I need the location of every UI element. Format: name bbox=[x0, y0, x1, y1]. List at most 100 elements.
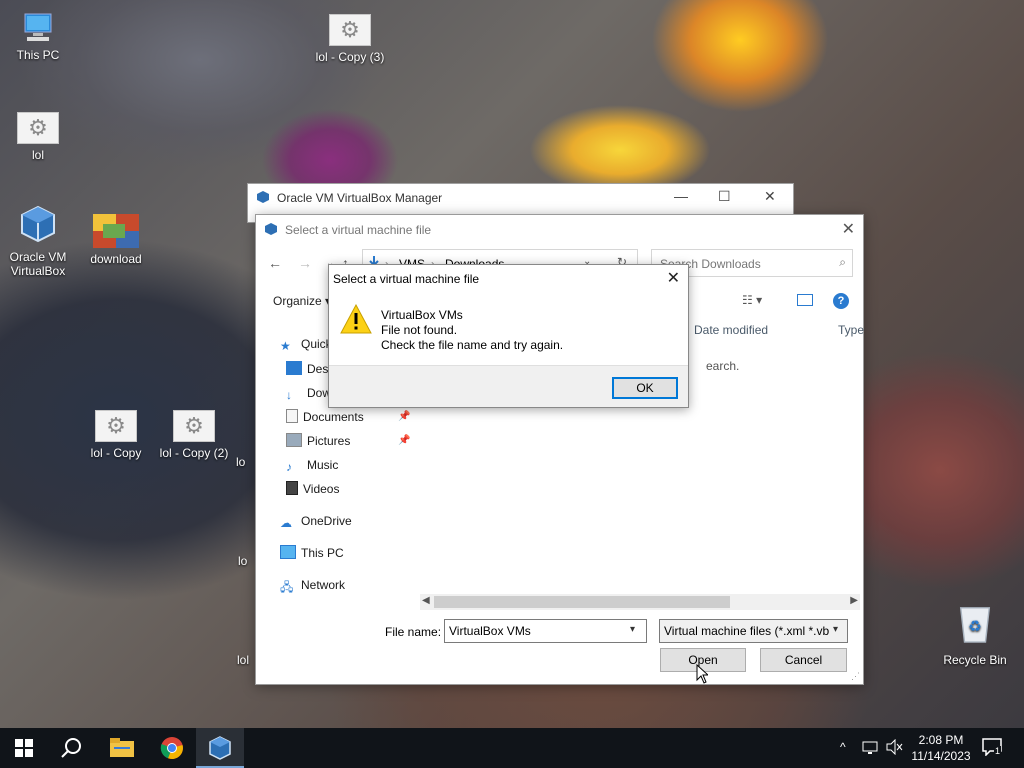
show-hidden-icons-chevron-icon[interactable]: ^ bbox=[840, 740, 846, 768]
close-button[interactable]: ✕ bbox=[764, 188, 776, 205]
config-file-icon bbox=[173, 410, 215, 442]
documents-icon bbox=[286, 409, 298, 423]
desktop-icon-label: This PC bbox=[16, 48, 60, 62]
music-icon: ♪ bbox=[286, 460, 292, 474]
dialog-title: Select a virtual machine file bbox=[285, 223, 432, 237]
back-arrow-icon[interactable]: ← bbox=[268, 255, 282, 271]
recycle-bin-icon: ♻ bbox=[959, 607, 991, 643]
mouse-cursor-icon bbox=[696, 664, 708, 684]
organize-button[interactable]: Organize ▾ bbox=[273, 294, 331, 308]
window-title: Oracle VM VirtualBox Manager bbox=[277, 191, 443, 205]
nav-item-music[interactable]: ♪ Music bbox=[286, 456, 338, 474]
view-options-icon[interactable]: ☷ ▾ bbox=[742, 293, 762, 307]
pin-icon[interactable]: 📌 bbox=[398, 411, 410, 422]
desktop-icon-lol[interactable]: lol bbox=[0, 112, 76, 162]
nav-item-videos[interactable]: Videos bbox=[286, 480, 339, 498]
column-header-date-modified[interactable]: Date modified bbox=[694, 323, 768, 337]
minimize-button[interactable]: — bbox=[674, 188, 688, 204]
network-status-icon[interactable] bbox=[862, 739, 878, 768]
nav-item-pictures[interactable]: Pictures bbox=[286, 432, 350, 450]
image-file-icon bbox=[93, 214, 139, 248]
desktop-icon-download[interactable]: download bbox=[78, 214, 154, 266]
search-button[interactable] bbox=[48, 728, 96, 768]
error-message-box[interactable]: Select a virtual machine file ✕ VirtualB… bbox=[328, 264, 689, 408]
desktop-icon-lol-copy-2[interactable]: lol - Copy (2) bbox=[156, 410, 232, 460]
network-icon: 🖧 bbox=[280, 580, 294, 594]
preview-pane-icon[interactable] bbox=[797, 294, 813, 306]
message-box-body: VirtualBox VMs File not found. Check the… bbox=[329, 294, 688, 365]
desktop-icon-oracle-vm-virtualbox[interactable]: Oracle VM VirtualBox bbox=[0, 204, 76, 278]
notification-count: 1 bbox=[994, 746, 1002, 756]
desktop-icon-label: lol - Copy bbox=[90, 446, 142, 460]
computer-icon bbox=[280, 545, 296, 559]
desktop-icon-this-pc[interactable]: This PC bbox=[0, 12, 76, 62]
message-line: VirtualBox VMs bbox=[381, 308, 463, 322]
nav-item-documents[interactable]: Documents bbox=[286, 408, 364, 426]
message-line: Check the file name and try again. bbox=[381, 338, 564, 352]
notification-center-button[interactable]: 1 bbox=[982, 738, 1002, 768]
scroll-right-icon[interactable]: ▶ bbox=[850, 595, 858, 606]
taskbar-clock[interactable]: 2:08 PM 11/14/2023 bbox=[906, 732, 976, 764]
desktop-icon-label: download bbox=[90, 252, 142, 266]
resize-grip-icon[interactable]: ⋰ bbox=[851, 671, 860, 682]
cancel-button[interactable]: Cancel bbox=[760, 648, 847, 672]
config-file-icon bbox=[17, 112, 59, 144]
config-file-icon bbox=[329, 14, 371, 46]
pin-icon[interactable]: 📌 bbox=[398, 435, 410, 446]
chrome-icon bbox=[160, 737, 183, 760]
desktop-icon-lol-copy-3[interactable]: lol - Copy (3) bbox=[312, 14, 388, 64]
desktop-icon-lol-copy[interactable]: lol - Copy bbox=[78, 410, 154, 460]
column-header-type[interactable]: Type bbox=[838, 323, 864, 337]
file-name-input[interactable]: VirtualBox VMs bbox=[444, 619, 647, 643]
desktop-icon-recycle-bin[interactable]: ♻ Recycle Bin bbox=[937, 603, 1013, 667]
volume-muted-icon[interactable] bbox=[886, 738, 904, 768]
ok-button[interactable]: OK bbox=[612, 377, 678, 399]
clock-date: 11/14/2023 bbox=[911, 749, 971, 763]
chevron-down-icon[interactable]: ▾ bbox=[833, 624, 838, 635]
videos-icon bbox=[286, 481, 298, 495]
chevron-down-icon[interactable]: ▾ bbox=[630, 624, 635, 635]
desktop-icon-label: lol - Copy (2) bbox=[159, 446, 229, 460]
horizontal-scrollbar[interactable]: ◀ ▶ bbox=[420, 594, 860, 610]
desktop-icon-label-partial: lo bbox=[236, 455, 246, 469]
virtualbox-taskbar-button[interactable] bbox=[196, 728, 244, 768]
computer-icon bbox=[24, 13, 52, 41]
cloud-icon: ☁ bbox=[280, 516, 292, 530]
close-button[interactable]: ✕ bbox=[842, 219, 855, 239]
forward-arrow-icon[interactable]: → bbox=[298, 255, 312, 271]
maximize-button[interactable]: ☐ bbox=[718, 188, 731, 205]
file-name-label: File name: bbox=[385, 625, 442, 639]
file-explorer-button[interactable] bbox=[98, 728, 146, 768]
nav-item-quick-access[interactable]: ★ Quick bbox=[280, 335, 332, 353]
scrollbar-thumb[interactable] bbox=[434, 596, 730, 608]
clock-time: 2:08 PM bbox=[918, 733, 964, 747]
virtualbox-icon bbox=[209, 736, 231, 760]
empty-folder-message: earch. bbox=[706, 359, 740, 373]
help-icon[interactable]: ? bbox=[833, 293, 849, 309]
nav-item-downloads[interactable]: ↓ Dow bbox=[286, 384, 331, 402]
desktop-icon bbox=[286, 361, 302, 375]
star-icon: ★ bbox=[280, 339, 291, 353]
pictures-icon bbox=[286, 433, 302, 447]
virtualbox-icon bbox=[265, 223, 277, 235]
file-type-select[interactable]: Virtual machine files (*.xml *.vb bbox=[659, 619, 848, 643]
svg-text:♻: ♻ bbox=[968, 618, 982, 636]
nav-item-network[interactable]: 🖧 Network bbox=[280, 576, 345, 594]
nav-item-onedrive[interactable]: ☁ OneDrive bbox=[280, 512, 352, 530]
download-arrow-icon: ↓ bbox=[286, 388, 292, 402]
start-button[interactable] bbox=[0, 728, 48, 768]
search-icon: ⌕ bbox=[839, 255, 846, 269]
message-box-title: Select a virtual machine file bbox=[333, 272, 480, 286]
message-box-footer: OK bbox=[329, 365, 688, 407]
close-button[interactable]: ✕ bbox=[667, 268, 680, 288]
folder-icon bbox=[110, 738, 134, 757]
nav-item-this-pc[interactable]: This PC bbox=[280, 544, 344, 562]
desktop-icon-label-partial: lol bbox=[237, 653, 250, 667]
desktop-icon-label: lol bbox=[31, 148, 44, 162]
virtualbox-icon bbox=[257, 191, 269, 203]
scroll-left-icon[interactable]: ◀ bbox=[422, 595, 430, 606]
desktop-icon-label-partial: lo bbox=[238, 554, 248, 568]
chrome-button[interactable] bbox=[148, 728, 196, 768]
config-file-icon bbox=[95, 410, 137, 442]
taskbar: ^ 2:08 PM 11/14/2023 1 bbox=[0, 728, 1024, 768]
